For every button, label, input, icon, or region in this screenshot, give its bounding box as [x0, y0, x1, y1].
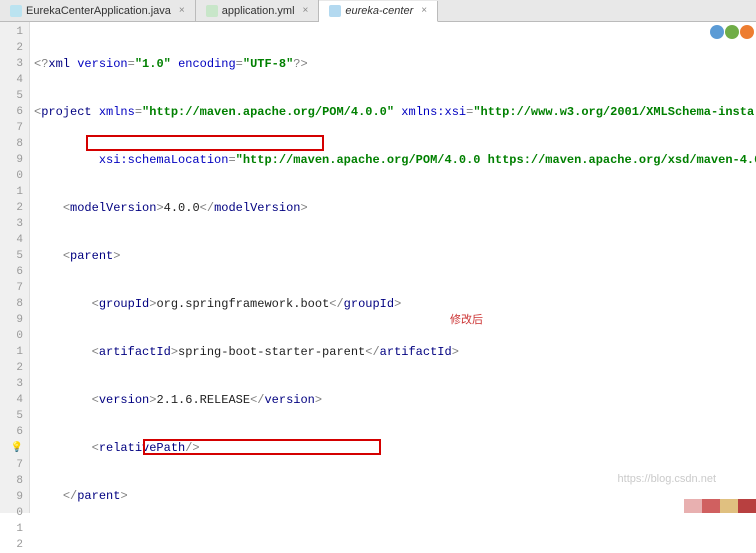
line-number: 6 [0, 104, 23, 120]
line-number: 0 [0, 328, 23, 344]
close-icon[interactable]: × [179, 5, 185, 16]
line-number: 8 [0, 296, 23, 312]
line-number: 3 [0, 56, 23, 72]
line-number: 1 [0, 344, 23, 360]
line-number: 5 [0, 88, 23, 104]
bulb-icon[interactable]: 💡 [11, 443, 23, 454]
line-number: 4 [0, 72, 23, 88]
line-gutter: 1 2 3 4 5 6 7 8 9 0 1 2 3 4 5 6 7 8 9 0 … [0, 22, 30, 513]
marker-icon [740, 25, 754, 39]
line-number: 8 [0, 136, 23, 152]
corner-markers [710, 25, 754, 39]
close-icon[interactable]: × [421, 5, 427, 16]
line-number: 2 [0, 360, 23, 376]
marker-icon [710, 25, 724, 39]
watermark: https://blog.csdn.net [618, 473, 716, 485]
tab-label: EurekaCenterApplication.java [26, 5, 171, 17]
line-number: 2 [0, 537, 23, 553]
tab-yml-file[interactable]: application.yml × [196, 0, 320, 21]
yml-icon [206, 5, 218, 17]
editor-area: 1 2 3 4 5 6 7 8 9 0 1 2 3 4 5 6 7 8 9 0 … [0, 22, 756, 513]
code-editor[interactable]: <?xml version="1.0" encoding="UTF-8"?> <… [30, 22, 756, 513]
tab-label: eureka-center [345, 5, 413, 17]
line-number: 9 [0, 489, 23, 505]
line-number: 9 [0, 152, 23, 168]
line-number: 0 [0, 505, 23, 521]
marker-icon [725, 25, 739, 39]
highlight-box-1 [86, 135, 324, 151]
java-icon [10, 5, 22, 17]
editor-tabs: EurekaCenterApplication.java × applicati… [0, 0, 756, 22]
line-number: 2 [0, 200, 23, 216]
line-number: 4 [0, 232, 23, 248]
annotation-text: 修改后 [450, 312, 483, 328]
line-number: 1 [0, 24, 23, 40]
line-number: 7 [0, 120, 23, 136]
line-number: 0 [0, 168, 23, 184]
close-icon[interactable]: × [303, 5, 309, 16]
line-number: 9 [0, 312, 23, 328]
line-number: 7 [0, 280, 23, 296]
line-number: 3 [0, 216, 23, 232]
line-number: 4 [0, 392, 23, 408]
line-number: 3 [0, 376, 23, 392]
bottom-decoration [684, 499, 756, 513]
line-number: 1 [0, 521, 23, 537]
line-number: 2 [0, 40, 23, 56]
line-number: 6 [0, 424, 23, 440]
line-number: 5 [0, 408, 23, 424]
line-number: 💡 7 [0, 440, 23, 473]
tab-java-file[interactable]: EurekaCenterApplication.java × [0, 0, 196, 21]
line-number: 5 [0, 248, 23, 264]
tab-pom-file[interactable]: eureka-center × [319, 1, 438, 22]
line-number: 8 [0, 473, 23, 489]
tab-label: application.yml [222, 5, 295, 17]
line-number: 1 [0, 184, 23, 200]
line-number: 6 [0, 264, 23, 280]
maven-icon [329, 5, 341, 17]
